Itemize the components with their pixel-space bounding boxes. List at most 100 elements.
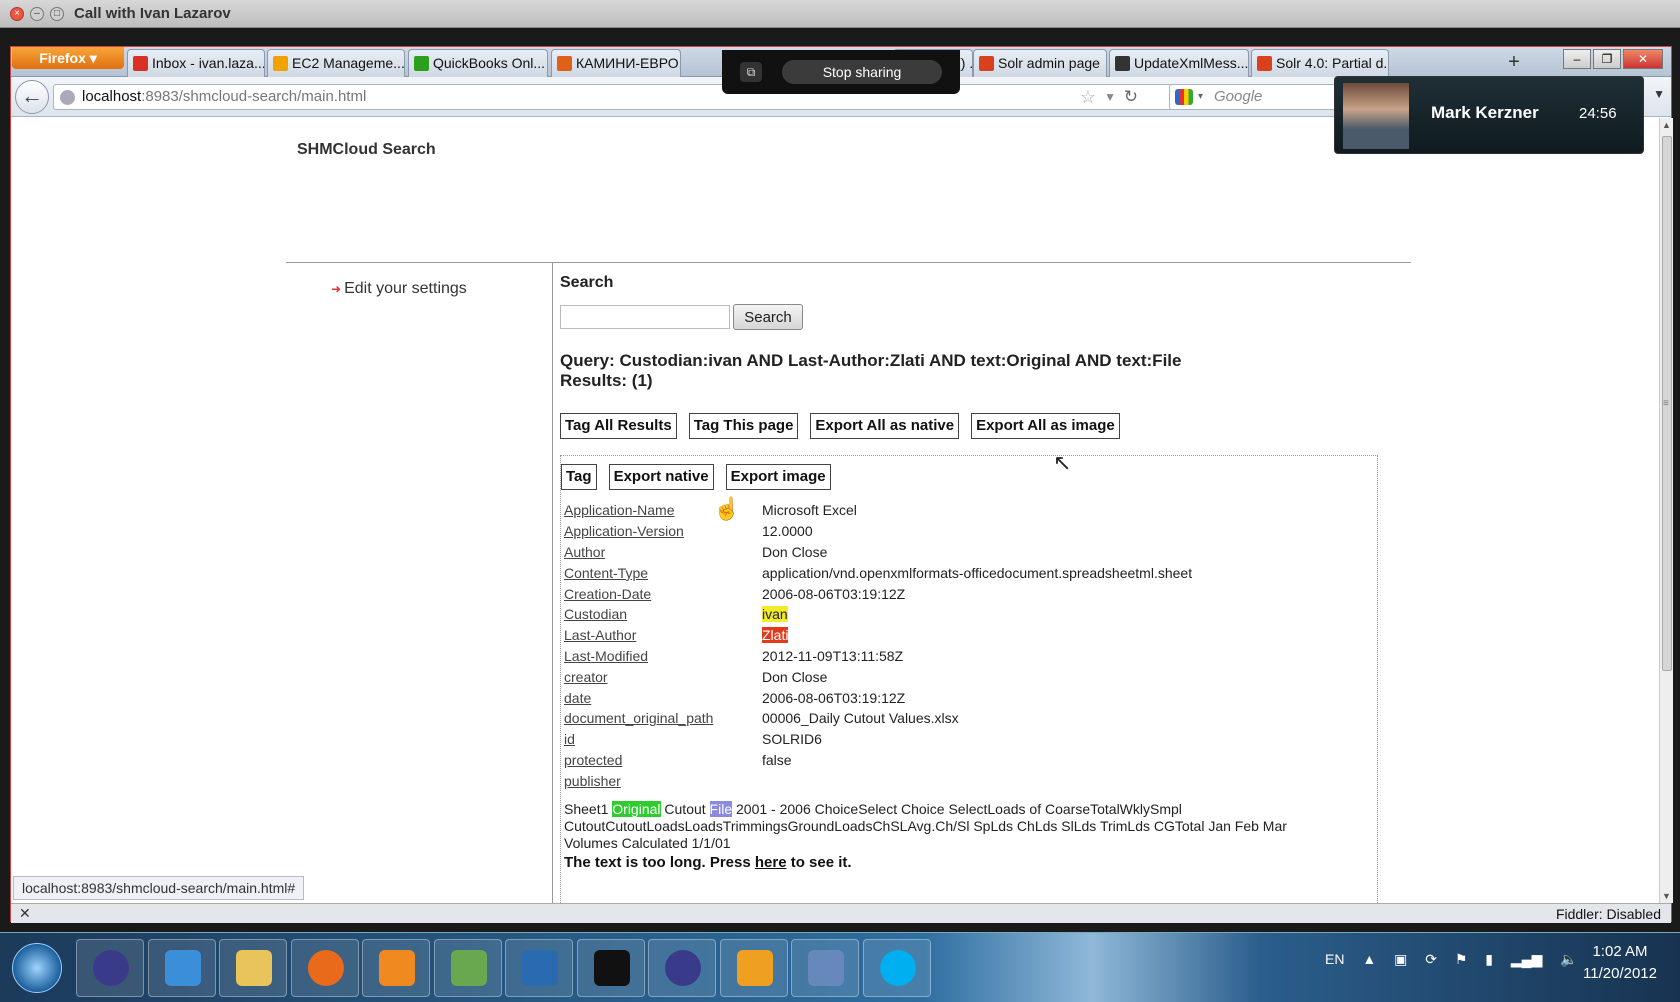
search-heading: Search: [560, 274, 614, 291]
metadata-key-link[interactable]: Author: [564, 542, 762, 563]
battery-icon[interactable]: ▮: [1485, 951, 1493, 967]
metadata-key-link[interactable]: protected: [564, 750, 762, 771]
bookmark-star-icon[interactable]: ☆: [1080, 85, 1096, 109]
edit-settings-link[interactable]: ➜ Edit your settings: [331, 280, 467, 298]
taskbar-app-1[interactable]: [147, 939, 216, 997]
metadata-value: false: [762, 750, 1364, 771]
taskbar-app-11[interactable]: [862, 939, 931, 997]
media-icon: [379, 950, 415, 986]
metadata-key-link[interactable]: id: [564, 729, 762, 750]
scroll-down-icon[interactable]: ▼: [1662, 891, 1671, 901]
close-window-icon[interactable]: ×: [10, 7, 24, 21]
firefox-menu-button[interactable]: Firefox ▾: [12, 47, 124, 69]
mouse-pointer-icon: ↖: [1053, 450, 1072, 475]
search-button[interactable]: Search: [733, 304, 803, 330]
metadata-key-link[interactable]: Application-Version: [564, 521, 762, 542]
taskbar-app-3[interactable]: [290, 939, 359, 997]
tray-expand-icon[interactable]: ▲: [1362, 951, 1376, 967]
chevron-down-icon[interactable]: ▼: [1653, 87, 1665, 101]
url-history-dropdown-icon[interactable]: ▼: [1104, 85, 1116, 109]
stop-sharing-button[interactable]: Stop sharing: [782, 60, 942, 84]
tab-7[interactable]: Solr 4.0: Partial d...: [1251, 49, 1389, 77]
hand-pointer-icon: ☝: [713, 496, 741, 521]
metadata-key-link[interactable]: publisher: [564, 770, 762, 791]
tag-all-results-button[interactable]: Tag All Results: [560, 413, 677, 439]
signal-icon[interactable]: ▂▄▆: [1511, 951, 1542, 967]
export-native-button[interactable]: Export native: [608, 464, 714, 490]
sync-icon[interactable]: ⟳: [1425, 951, 1437, 967]
google-icon[interactable]: [1175, 89, 1193, 105]
network-icon[interactable]: ▣: [1394, 951, 1407, 967]
taskbar-app-2[interactable]: [219, 939, 287, 997]
windows-start-icon[interactable]: [12, 943, 62, 993]
screen-share-bar: ⧉ Stop sharing: [722, 50, 960, 94]
taskbar-app-7[interactable]: [576, 939, 645, 997]
highlight-original: Original: [612, 801, 661, 817]
clock[interactable]: 1:02 AM 11/20/2012: [1572, 941, 1668, 985]
fiddler-status[interactable]: Fiddler: Disabled: [1556, 906, 1661, 922]
tab-0[interactable]: Inbox - ivan.laza...: [127, 49, 265, 77]
clock-time: 1:02 AM: [1592, 943, 1648, 960]
metadata-key-link[interactable]: document_original_path: [564, 708, 762, 729]
taskbar-app-8[interactable]: [648, 939, 716, 997]
browser-window: Firefox ▾ Inbox - ivan.laza... EC2 Manage…: [10, 46, 1673, 923]
metadata-key-link[interactable]: Creation-Date: [564, 583, 762, 604]
results-count: Results: (1): [560, 371, 653, 390]
result-snippet: Sheet1 Original Cutout File 2001 - 2006 …: [564, 801, 1287, 851]
close-browser-icon[interactable]: ✕: [1623, 49, 1663, 69]
metadata-key-link[interactable]: creator: [564, 666, 762, 687]
taskbar-app-10[interactable]: [791, 939, 859, 997]
highlighted-value: ivan: [762, 606, 788, 623]
flag-icon[interactable]: ⚑: [1455, 951, 1468, 967]
tab-6[interactable]: UpdateXmlMess...: [1109, 49, 1249, 77]
language-indicator[interactable]: EN: [1325, 951, 1344, 967]
restore-browser-icon[interactable]: ❐: [1593, 49, 1621, 69]
metadata-key-link[interactable]: Content-Type: [564, 562, 762, 583]
metadata-value: application/vnd.openxmlformats-officedoc…: [762, 562, 1364, 583]
metadata-key-link[interactable]: Last-Author: [564, 625, 762, 646]
taskbar-app-0[interactable]: [76, 939, 144, 997]
value-text: Don Close: [762, 543, 828, 560]
taskbar-app-9[interactable]: [719, 939, 788, 997]
metadata-value: 2012-11-09T13:11:58Z: [762, 646, 1364, 667]
metadata-key-link[interactable]: date: [564, 687, 762, 708]
gmail-icon: [133, 56, 148, 71]
video-call-window[interactable]: Mark Kerzner 24:56: [1334, 76, 1644, 154]
value-text: 12.0000: [762, 523, 813, 540]
search-input[interactable]: [560, 305, 730, 329]
web-search-box[interactable]: ▾ Google: [1169, 84, 1349, 110]
minimize-browser-icon[interactable]: –: [1563, 49, 1591, 69]
back-arrow-icon[interactable]: ←: [15, 80, 49, 114]
tab-3[interactable]: КАМИНИ-ЕВРО...: [551, 49, 681, 77]
metadata-key-link[interactable]: Custodian: [564, 604, 762, 625]
tag-this-page-button[interactable]: Tag This page: [688, 413, 799, 439]
minimize-window-icon[interactable]: –: [30, 7, 44, 21]
close-addon-bar-icon[interactable]: ✕: [19, 905, 31, 922]
reload-icon[interactable]: ↻: [1124, 85, 1138, 109]
search-engine-dropdown-icon[interactable]: ▾: [1198, 85, 1203, 109]
metadata-row: creator Don Close: [564, 666, 1364, 687]
url-bar[interactable]: localhost:8983/shmcloud-search/main.html…: [53, 84, 1173, 110]
see-full-text-link[interactable]: here: [755, 854, 787, 871]
page-scrollbar[interactable]: ▲ ≡ ▼: [1659, 118, 1673, 903]
tag-button[interactable]: Tag: [561, 464, 597, 490]
maximize-window-icon[interactable]: □: [50, 7, 64, 21]
scroll-up-icon[interactable]: ▲: [1662, 120, 1671, 130]
tab-label: UpdateXmlMess...: [1134, 55, 1249, 71]
metadata-key-link[interactable]: Last-Modified: [564, 646, 762, 667]
export-all-image-button[interactable]: Export All as image: [971, 413, 1120, 439]
screen-share-icon[interactable]: ⧉: [740, 62, 762, 82]
export-image-button[interactable]: Export image: [725, 464, 831, 490]
value-text: application/vnd.openxmlformats-officedoc…: [762, 564, 1193, 581]
tab-2[interactable]: QuickBooks Onl...: [408, 49, 548, 77]
eclipse2-icon: [665, 950, 701, 986]
value-text: false: [762, 751, 792, 768]
taskbar-app-4[interactable]: [362, 939, 430, 997]
taskbar-app-5[interactable]: [433, 939, 502, 997]
tab-label: Solr admin page: [998, 55, 1100, 71]
tab-5[interactable]: Solr admin page: [973, 49, 1107, 77]
new-tab-icon[interactable]: +: [1501, 51, 1527, 75]
taskbar-app-6[interactable]: [505, 939, 573, 997]
tab-1[interactable]: EC2 Manageme...: [267, 49, 405, 77]
export-all-native-button[interactable]: Export All as native: [810, 413, 960, 439]
